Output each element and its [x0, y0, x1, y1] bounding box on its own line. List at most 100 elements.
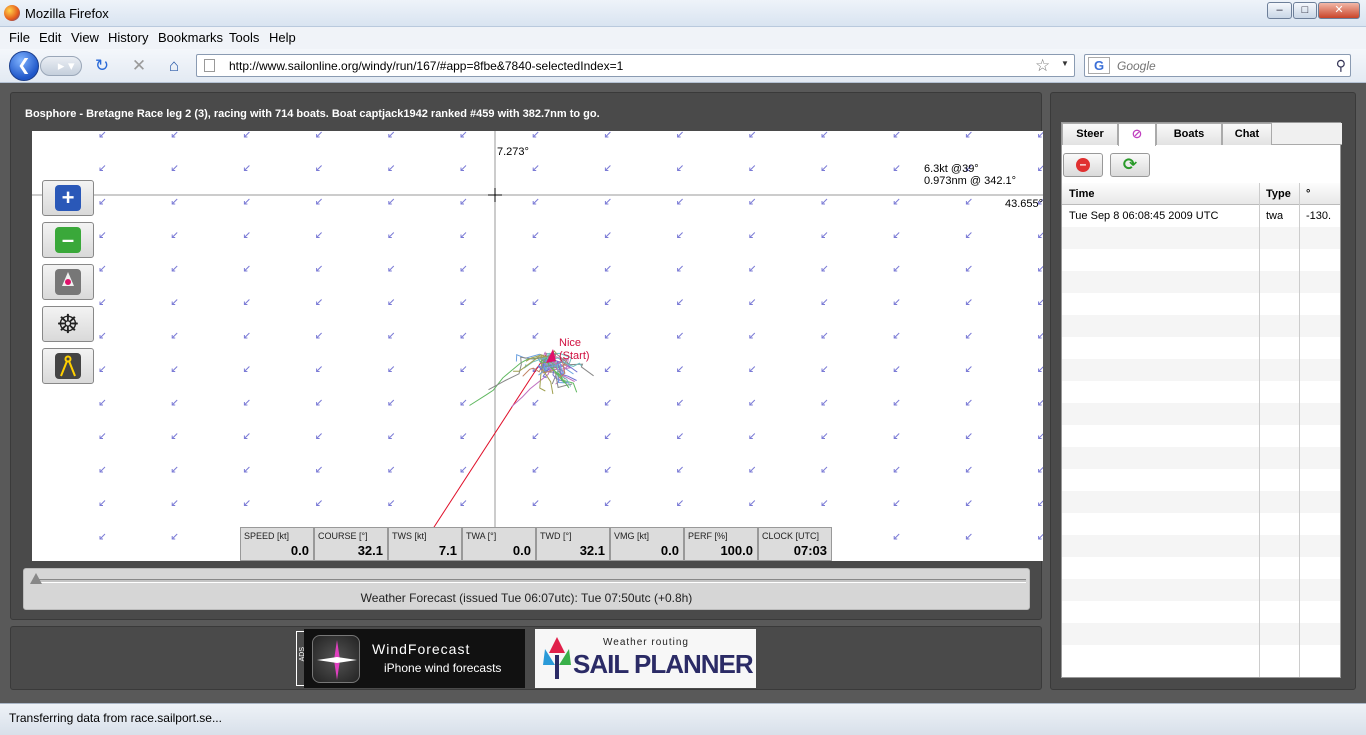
sailplanner-title: SAIL PLANNER — [573, 649, 754, 679]
menu-history[interactable]: History — [108, 30, 148, 45]
zoom-out-button[interactable]: – — [42, 222, 94, 258]
wind-arrow — [388, 366, 395, 372]
wind-arrow — [460, 198, 467, 205]
instrument-label: TWD [°] — [540, 531, 572, 541]
url-bar[interactable]: ☆ ▼ — [196, 54, 1075, 77]
boat-track — [488, 356, 548, 391]
google-engine-icon[interactable]: G — [1088, 57, 1110, 74]
search-icon[interactable]: ⚲ — [1336, 57, 1346, 74]
menu-file[interactable]: File — [9, 30, 30, 45]
instrument-label: SPEED [kt] — [244, 531, 290, 541]
wind-arrow — [1038, 165, 1043, 171]
wind-arrow — [966, 466, 972, 473]
wind-arrow — [749, 299, 756, 305]
column-header[interactable]: Time — [1069, 188, 1094, 200]
wind-arrow — [532, 165, 539, 171]
url-input[interactable] — [229, 57, 1029, 74]
instrument-value: 32.1 — [579, 543, 605, 558]
wind-arrow — [893, 299, 900, 305]
center-boat-button[interactable] — [42, 264, 94, 300]
wind-arrow — [532, 433, 539, 439]
wind-arrow — [677, 433, 683, 439]
instrument-value: 0.0 — [290, 543, 309, 558]
close-button[interactable]: ✕ — [1318, 2, 1360, 19]
instrument-value: 100.0 — [720, 543, 753, 558]
menu-bar: File Edit View History Bookmarks Tools H… — [0, 27, 1366, 49]
search-bar[interactable]: G ⚲ — [1084, 54, 1351, 77]
minimize-button[interactable]: – — [1267, 2, 1292, 19]
tab-plan[interactable]: ⊘ — [1118, 123, 1156, 146]
measure-button[interactable] — [42, 348, 94, 384]
wind-arrow — [1038, 399, 1043, 406]
tab-steer[interactable]: Steer — [1062, 123, 1118, 145]
instrument-label: TWA [°] — [466, 531, 497, 541]
wind-arrow — [99, 131, 106, 138]
wind-arrow — [605, 265, 611, 272]
wind-arrow — [893, 165, 900, 171]
maximize-button[interactable]: □ — [1293, 2, 1317, 19]
refresh-command-button[interactable]: ⟳ — [1110, 153, 1150, 177]
tab-chat[interactable]: Chat — [1222, 123, 1272, 145]
wind-arrow — [1038, 466, 1043, 473]
windforecast-ad[interactable]: WindForecast iPhone wind forecasts — [304, 629, 525, 688]
page-icon — [204, 59, 215, 72]
reload-icon[interactable]: ↻ — [91, 56, 113, 76]
wind-arrow — [821, 165, 828, 171]
wind-arrow — [244, 332, 250, 339]
wind-arrow — [99, 533, 106, 540]
home-icon[interactable]: ⌂ — [163, 56, 185, 76]
wind-arrow — [749, 198, 756, 205]
wind-arrow — [749, 433, 756, 439]
wind-arrow — [605, 131, 611, 138]
column-header[interactable]: ° — [1306, 188, 1310, 200]
stop-icon[interactable]: ✕ — [128, 56, 150, 76]
wind-arrow — [388, 131, 395, 138]
steer-button[interactable]: ☸ — [42, 306, 94, 342]
wind-arrow — [1038, 299, 1043, 305]
url-dropdown-icon[interactable]: ▼ — [1061, 59, 1069, 68]
delete-command-button[interactable]: – — [1063, 153, 1103, 177]
tab-boats[interactable]: Boats — [1156, 123, 1222, 145]
forward-button[interactable]: ▸ ▾ — [40, 56, 82, 76]
wind-arrow — [966, 131, 972, 138]
wind-arrow — [605, 399, 611, 406]
column-header[interactable]: Type — [1266, 188, 1291, 200]
wind-arrow — [532, 131, 539, 138]
wind-arrow — [749, 366, 756, 372]
menu-bookmarks[interactable]: Bookmarks — [158, 30, 223, 45]
wind-arrow — [316, 198, 322, 205]
wind-arrow — [316, 500, 322, 506]
back-button[interactable]: ❮ — [9, 51, 39, 81]
wind-arrow — [605, 433, 611, 439]
instrument-label: PERF [%] — [688, 531, 728, 541]
wind-arrow — [677, 265, 683, 272]
wind-arrow — [532, 332, 539, 339]
bookmark-star-icon[interactable]: ☆ — [1035, 56, 1050, 76]
wind-arrow — [316, 232, 322, 238]
zoom-in-button[interactable]: + — [42, 180, 94, 216]
wind-arrow — [171, 265, 178, 272]
wind-arrow — [388, 198, 395, 205]
wind-arrow — [532, 399, 539, 406]
wind-arrow — [244, 299, 250, 305]
search-input[interactable] — [1117, 57, 1327, 74]
forecast-slider-panel: Weather Forecast (issued Tue 06:07utc): … — [23, 568, 1030, 610]
menu-edit[interactable]: Edit — [39, 30, 61, 45]
sailplanner-ad[interactable]: Weather routing SAIL PLANNER — [535, 629, 756, 688]
wind-arrow — [460, 399, 467, 406]
measure-icon — [55, 353, 81, 379]
forecast-slider-track[interactable] — [36, 579, 1026, 583]
forecast-slider-thumb[interactable] — [30, 573, 42, 584]
map-canvas[interactable] — [32, 131, 1043, 561]
race-status: Bosphore - Bretagne Race leg 2 (3), raci… — [25, 108, 600, 120]
wind-arrow — [966, 232, 972, 238]
menu-tools[interactable]: Tools — [229, 30, 259, 45]
race-map[interactable]: 7.273° 43.655° 6.3kt @39° 0.973nm @ 342.… — [32, 131, 1043, 561]
window-title: Mozilla Firefox — [25, 6, 109, 21]
wind-arrow — [316, 366, 322, 372]
wind-arrow — [388, 500, 395, 506]
menu-help[interactable]: Help — [269, 30, 296, 45]
wind-arrow — [99, 165, 106, 171]
menu-view[interactable]: View — [71, 30, 99, 45]
wind-arrow — [99, 399, 106, 406]
